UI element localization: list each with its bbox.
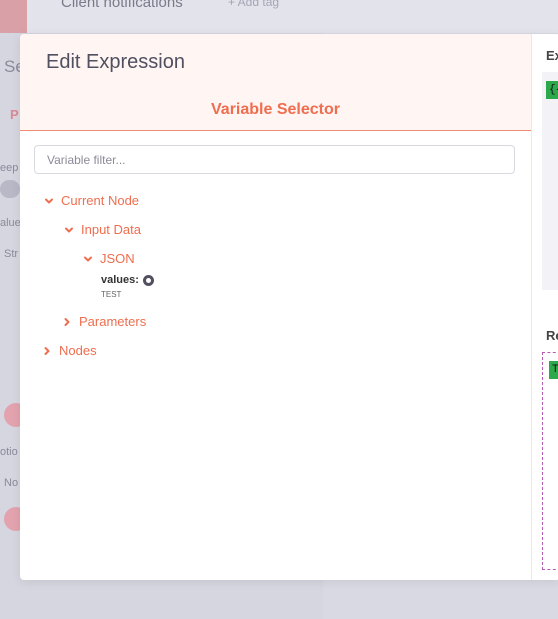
tree-item-label: Input Data bbox=[81, 222, 141, 237]
chevron-down-icon bbox=[83, 254, 93, 264]
variable-selector-title: Variable Selector bbox=[211, 101, 340, 118]
bg-workflow-title: Client notifications bbox=[61, 0, 183, 11]
tree-item-label: Nodes bbox=[59, 343, 97, 358]
expression-editor[interactable]: {{ bbox=[542, 72, 558, 290]
bg-fragment: Str bbox=[4, 248, 19, 260]
dialog-title: Edit Expression bbox=[46, 51, 185, 73]
variable-filter-input[interactable] bbox=[34, 145, 515, 174]
tree-leaf-values[interactable]: values: bbox=[101, 274, 154, 286]
result-preview: T bbox=[542, 352, 558, 570]
chevron-down-icon bbox=[44, 196, 54, 206]
value-key: values: bbox=[101, 274, 139, 286]
tree-item-nodes[interactable]: Nodes bbox=[42, 343, 97, 358]
circle-dot-icon bbox=[142, 274, 154, 286]
tree-item-current-node[interactable]: Current Node bbox=[44, 193, 139, 208]
result-label: Re bbox=[546, 328, 558, 343]
tree-item-input-data[interactable]: Input Data bbox=[64, 222, 141, 237]
bg-fragment: eep bbox=[0, 162, 19, 174]
chevron-right-icon bbox=[62, 317, 72, 327]
edit-expression-dialog: Edit Expression Variable Selector Curren… bbox=[20, 34, 558, 580]
tree-item-parameters[interactable]: Parameters bbox=[62, 314, 146, 329]
expression-chip: {{ bbox=[546, 81, 558, 99]
value-sample: TEST bbox=[101, 290, 122, 299]
bg-fragment: P bbox=[10, 107, 19, 122]
expression-panel: Ex {{ Re T bbox=[531, 34, 558, 580]
expression-label: Ex bbox=[546, 48, 558, 63]
bg-add-tag: + Add tag bbox=[228, 0, 280, 9]
chevron-right-icon bbox=[42, 346, 52, 356]
bg-fragment: No bbox=[4, 477, 19, 489]
chevron-down-icon bbox=[64, 225, 74, 235]
bg-fragment: alue bbox=[0, 217, 21, 229]
tree-item-label: Parameters bbox=[79, 314, 147, 329]
variable-selector-panel: Edit Expression Variable Selector Curren… bbox=[20, 34, 531, 580]
tree-item-json[interactable]: JSON bbox=[83, 251, 135, 266]
bg-toggle bbox=[0, 180, 20, 198]
tree-item-label: JSON bbox=[100, 251, 135, 266]
bg-fragment: otio bbox=[0, 446, 18, 458]
dialog-header: Edit Expression Variable Selector bbox=[20, 34, 531, 131]
tree-item-label: Current Node bbox=[61, 193, 140, 208]
result-chip: T bbox=[549, 361, 558, 379]
bg-red-tab bbox=[0, 0, 27, 33]
